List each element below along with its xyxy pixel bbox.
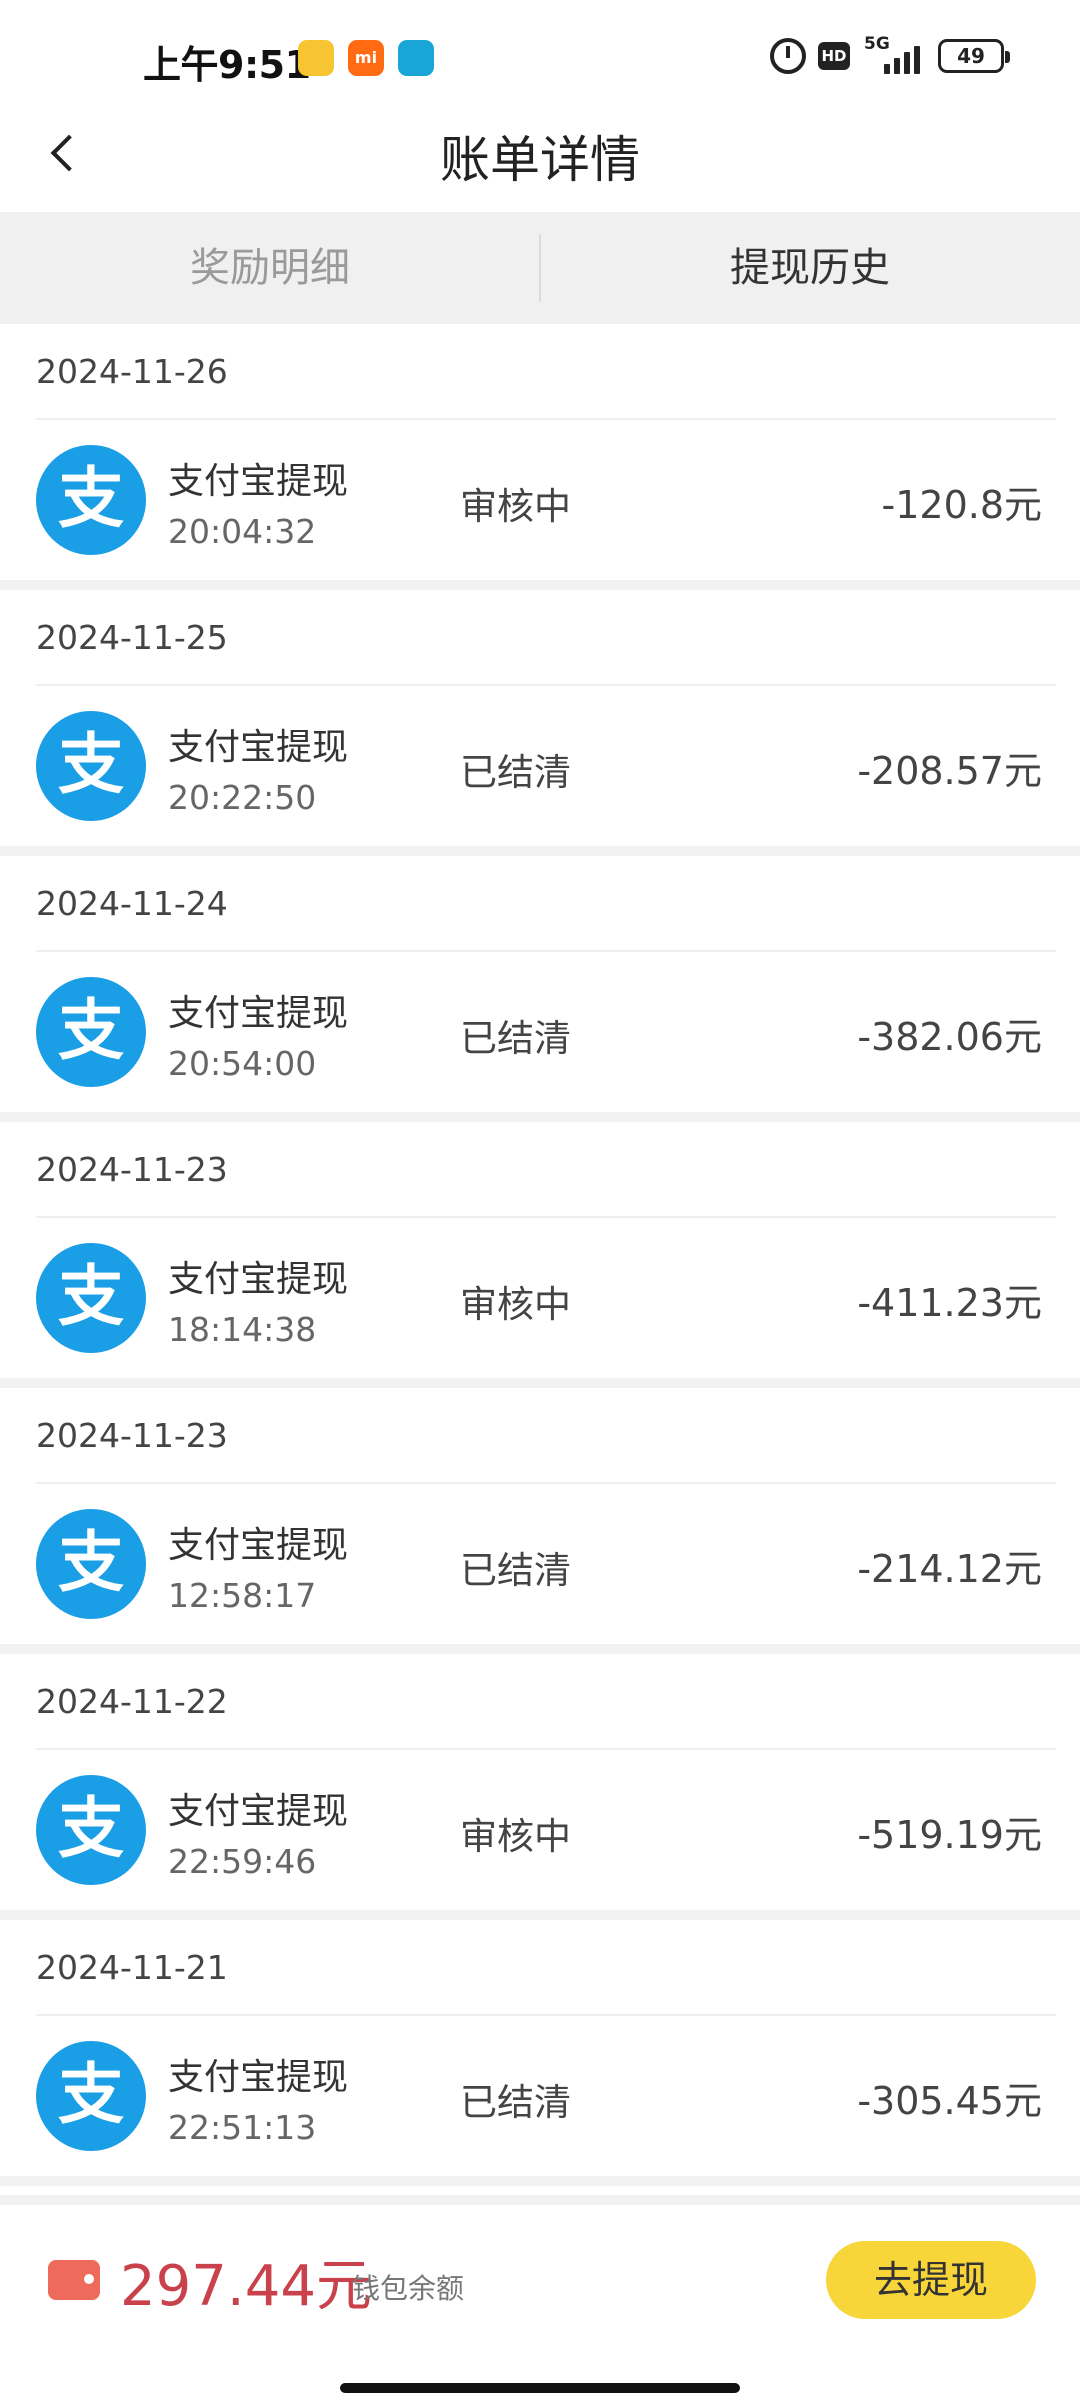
divider (36, 950, 1056, 952)
hd-icon: HD (818, 42, 850, 70)
network-type: 5G (864, 34, 890, 54)
divider (36, 1216, 1056, 1218)
transaction-status: 已结清 (460, 2081, 571, 2124)
divider (36, 684, 1056, 686)
transaction-time: 18:14:38 (168, 1310, 317, 1349)
mi-app-icon: mi (348, 40, 384, 76)
transaction-date: 2024-11-22 (36, 1682, 228, 1721)
transaction-item[interactable]: 2024-11-24 支 支付宝提现 20:54:00 已结清 -382.06元 (0, 856, 1080, 1122)
transaction-time: 20:04:32 (168, 512, 317, 551)
status-time: 上午9:51 (143, 43, 311, 87)
transaction-time: 20:22:50 (168, 778, 317, 817)
transaction-status: 审核中 (460, 1815, 571, 1858)
alipay-icon: 支 (36, 2041, 146, 2151)
transaction-name: 支付宝提现 (168, 1791, 349, 1832)
alipay-icon: 支 (36, 445, 146, 555)
divider (36, 418, 1056, 420)
transaction-status: 审核中 (460, 1283, 571, 1326)
signal-icon: 5G (862, 34, 926, 74)
transaction-time: 22:59:46 (168, 1842, 317, 1881)
transaction-item[interactable]: 2024-11-22 支 支付宝提现 22:59:46 审核中 -519.19元 (0, 1654, 1080, 1920)
transaction-item[interactable]: 2024-11-26 支 支付宝提现 20:04:32 审核中 -120.8元 (0, 324, 1080, 590)
transaction-item[interactable]: 2024-11-25 支 支付宝提现 20:22:50 已结清 -208.57元 (0, 590, 1080, 856)
message-app-icon (398, 40, 434, 76)
transaction-name: 支付宝提现 (168, 727, 349, 768)
transaction-date: 2024-11-23 (36, 1416, 228, 1455)
bottom-bar: 297.44元 钱包余额 去提现 (0, 2195, 1080, 2400)
transaction-amount: -519.19元 (857, 1813, 1042, 1857)
divider (36, 1482, 1056, 1484)
notification-app-icon (298, 40, 334, 76)
header: 账单详情 (0, 100, 1080, 212)
transaction-time: 20:54:00 (168, 1044, 317, 1083)
battery-icon: 49 (938, 39, 1010, 73)
transaction-status: 审核中 (460, 485, 571, 528)
page-title: 账单详情 (440, 131, 640, 189)
wallet-icon (48, 2260, 100, 2300)
transaction-amount: -382.06元 (857, 1015, 1042, 1059)
transaction-amount: -214.12元 (857, 1547, 1042, 1591)
transaction-amount: -120.8元 (881, 483, 1043, 527)
screen: 上午9:51 mi HD 5G 49 账单详情 奖励明细 提现历史 2024-1… (0, 0, 1080, 2400)
alipay-icon: 支 (36, 1509, 146, 1619)
transaction-status: 已结清 (460, 1017, 571, 1060)
transaction-name: 支付宝提现 (168, 993, 349, 1034)
transaction-item[interactable]: 2024-11-21 支 支付宝提现 22:51:13 已结清 -305.45元 (0, 1920, 1080, 2186)
transaction-name: 支付宝提现 (168, 2057, 349, 2098)
transaction-date: 2024-11-24 (36, 884, 228, 923)
transaction-name: 支付宝提现 (168, 1525, 349, 1566)
transaction-date: 2024-11-26 (36, 352, 228, 391)
status-bar: 上午9:51 mi HD 5G 49 (0, 0, 1080, 100)
alipay-icon: 支 (36, 977, 146, 1087)
transaction-status: 已结清 (460, 1549, 571, 1592)
transaction-item[interactable]: 2024-11-23 支 支付宝提现 18:14:38 审核中 -411.23元 (0, 1122, 1080, 1388)
home-indicator[interactable] (340, 2383, 740, 2393)
transaction-date: 2024-11-21 (36, 1948, 228, 1987)
divider (36, 1748, 1056, 1750)
alarm-icon (770, 38, 806, 74)
alipay-icon: 支 (36, 711, 146, 821)
tab-withdraw-history[interactable]: 提现历史 (540, 212, 1080, 324)
withdraw-button[interactable]: 去提现 (826, 2241, 1036, 2319)
transaction-time: 22:51:13 (168, 2108, 317, 2147)
transaction-amount: -208.57元 (857, 749, 1042, 793)
status-icons: HD 5G 49 (770, 34, 1010, 74)
transaction-date: 2024-11-23 (36, 1150, 228, 1189)
alipay-icon: 支 (36, 1775, 146, 1885)
transaction-status: 已结清 (460, 751, 571, 794)
transaction-name: 支付宝提现 (168, 1259, 349, 1300)
transaction-date: 2024-11-25 (36, 618, 228, 657)
transaction-amount: -411.23元 (857, 1281, 1042, 1325)
wallet-balance: 297.44元 (120, 2254, 372, 2319)
transaction-amount: -305.45元 (857, 2079, 1042, 2123)
tab-reward-details[interactable]: 奖励明细 (0, 212, 540, 324)
transaction-time: 12:58:17 (168, 1576, 317, 1615)
transaction-item[interactable]: 2024-11-23 支 支付宝提现 12:58:17 已结清 -214.12元 (0, 1388, 1080, 1654)
tab-bar: 奖励明细 提现历史 (0, 212, 1080, 324)
wallet-balance-label: 钱包余额 (352, 2272, 465, 2305)
transaction-name: 支付宝提现 (168, 461, 349, 502)
alipay-icon: 支 (36, 1243, 146, 1353)
divider (36, 2014, 1056, 2016)
transaction-list: 2024-11-26 支 支付宝提现 20:04:32 审核中 -120.8元 … (0, 324, 1080, 2186)
